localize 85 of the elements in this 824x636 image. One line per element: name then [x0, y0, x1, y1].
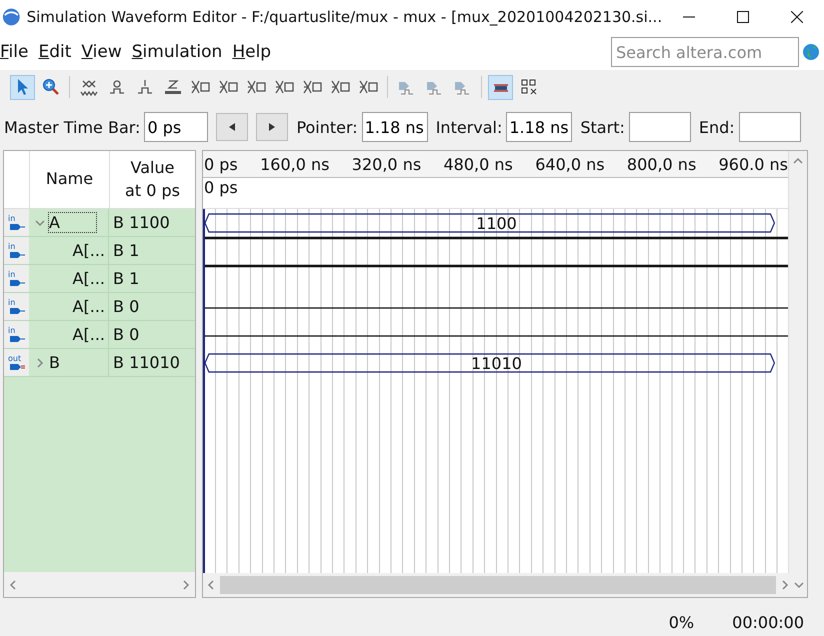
low-wave-icon [108, 78, 126, 96]
expand-icon[interactable] [35, 356, 45, 368]
minimize-icon [683, 16, 696, 18]
waveform-icon [274, 78, 294, 96]
waveform-icon [302, 78, 322, 96]
output-pin-icon [8, 362, 24, 370]
end-label: End: [698, 118, 735, 136]
search-field[interactable]: Search altera.com [611, 37, 799, 67]
interval-label: Interval: [436, 118, 502, 136]
input-pin-icon [8, 334, 24, 342]
bus-value: 11010 [471, 354, 522, 372]
time-tick-label: 320,0 ns [352, 154, 422, 174]
previous-button[interactable] [216, 113, 248, 141]
waveform-icon [358, 78, 378, 96]
grid-icon [520, 78, 538, 96]
menu-item[interactable]: View [81, 42, 132, 62]
selection-tool-button[interactable] [10, 74, 35, 100]
value-column-header[interactable]: Value at 0 ps [109, 151, 195, 208]
cursor-time-label: 0 ps [204, 178, 238, 197]
start-field[interactable] [628, 112, 691, 142]
pin-direction-label: in [8, 326, 16, 334]
signal-name[interactable]: A[... [72, 297, 105, 316]
scroll-left-icon[interactable] [206, 579, 216, 591]
time-tick-label: 0 ps [204, 154, 238, 174]
snap-to-grid-button[interactable] [488, 74, 513, 100]
time-tick-label: 960.0 ns [718, 154, 788, 174]
end-field[interactable] [738, 112, 801, 142]
input-pin-icon [8, 306, 24, 314]
right-triangle-icon [269, 123, 276, 131]
zoom-icon [42, 78, 60, 96]
signal-name[interactable]: A [49, 213, 96, 232]
start-label: Start: [580, 118, 625, 136]
waveform-icon [330, 78, 350, 96]
high-wave-icon [136, 78, 154, 96]
menu-item[interactable]: Help [232, 42, 282, 62]
globe-icon[interactable] [802, 43, 820, 61]
time-tick-label: 640,0 ns [535, 154, 605, 174]
window-title: Simulation Waveform Editor - F:/quartuslite/mux - mux - [mux_20201004202130.si... [26, 8, 662, 26]
master-time-bar-field[interactable]: 0 ps [144, 112, 208, 142]
pin-direction-label: in [8, 298, 16, 306]
close-icon [791, 11, 804, 23]
signal-value: B 1 [112, 268, 140, 290]
interval-field[interactable]: 1.18 ns [506, 112, 572, 142]
master-time-bar-label: Master Time Bar: [4, 118, 140, 136]
signal-name[interactable]: A[... [72, 325, 105, 344]
pointer-field[interactable]: 1.18 ns [362, 112, 428, 142]
signal-value: B 0 [112, 324, 140, 346]
input-pin-icon [8, 250, 24, 258]
unknown-wave-icon [80, 78, 98, 96]
progress-percent: 0% [668, 613, 694, 632]
pin-direction-label: in [8, 242, 16, 250]
signal-name[interactable]: A[... [72, 269, 105, 288]
signal-value: B 0 [112, 296, 140, 318]
left-triangle-icon [229, 123, 236, 131]
next-button[interactable] [256, 113, 288, 141]
maximize-icon [737, 11, 750, 23]
signal-name[interactable]: B [49, 353, 60, 372]
signal-value: B 1100 [112, 212, 171, 234]
time-tick-label: 160,0 ns [260, 154, 330, 174]
high-impedance-icon [164, 78, 182, 96]
scroll-left-icon[interactable] [8, 578, 18, 590]
menu-item[interactable]: Edit [38, 42, 82, 62]
input-pin-icon [8, 222, 24, 230]
pin-direction-label: in [8, 270, 16, 278]
input-pin-icon [8, 278, 24, 286]
pin-direction-label: in [8, 214, 16, 222]
pin-direction-label: out [8, 354, 22, 362]
menu-item[interactable]: File [0, 42, 38, 62]
name-column-header[interactable]: Name [29, 151, 109, 208]
scrollbar-thumb[interactable] [220, 576, 776, 594]
bus-value: 1100 [476, 214, 517, 232]
time-tick-label: 800,0 ns [626, 154, 696, 174]
scroll-right-icon[interactable] [780, 579, 790, 591]
waveform-icon [190, 78, 210, 96]
pointer-icon [16, 78, 30, 96]
waveform-icon [218, 78, 238, 96]
waveform-icon [246, 78, 266, 96]
scroll-right-icon[interactable] [181, 578, 191, 590]
elapsed-time: 00:00:00 [732, 613, 804, 632]
pointer-label: Pointer: [296, 118, 358, 136]
time-tick-label: 480,0 ns [444, 154, 513, 174]
menu-item[interactable]: Simulation [132, 42, 232, 62]
signal-value: B 11010 [112, 352, 181, 374]
signal-value: B 1 [112, 240, 140, 262]
signal-name[interactable]: A[... [72, 241, 105, 260]
